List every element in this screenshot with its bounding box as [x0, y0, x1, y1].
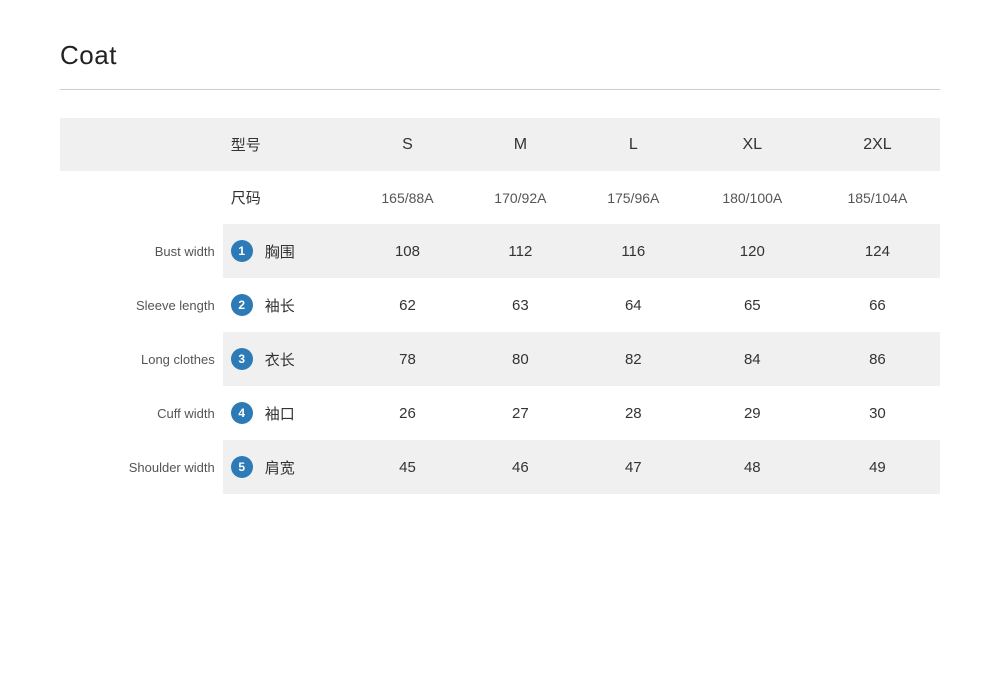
- data-cell: 27: [464, 386, 577, 440]
- data-cell: 86: [815, 332, 940, 386]
- data-cell: 45: [351, 440, 464, 494]
- page-title: Coat: [60, 40, 940, 71]
- data-cell: 80: [464, 332, 577, 386]
- data-row: Cuff width 4 袖口 2627282930: [60, 386, 940, 440]
- row-zh-text: 袖长: [265, 295, 295, 316]
- data-cell: 64: [577, 278, 690, 332]
- divider: [60, 89, 940, 90]
- row-badge: 1: [231, 240, 253, 262]
- data-cell: 84: [690, 332, 815, 386]
- row-en-label: Long clothes: [60, 332, 223, 386]
- header-row: 型号 S M L XL 2XL: [60, 118, 940, 171]
- data-row: Sleeve length 2 袖长 6263646566: [60, 278, 940, 332]
- size-header-xl: XL: [690, 118, 815, 171]
- empty-label-cell: [60, 118, 223, 171]
- data-row: Shoulder width 5 肩宽 4546474849: [60, 440, 940, 494]
- row-en-label: Bust width: [60, 224, 223, 278]
- size-val-2xl: 185/104A: [815, 171, 940, 224]
- size-val-s: 165/88A: [351, 171, 464, 224]
- row-en-label: Sleeve length: [60, 278, 223, 332]
- data-cell: 46: [464, 440, 577, 494]
- size-header-m: M: [464, 118, 577, 171]
- main-container: Coat 型号 S M L XL 2XL 尺码 165/88A 170/92A …: [60, 40, 940, 494]
- size-row: 尺码 165/88A 170/92A 175/96A 180/100A 185/…: [60, 171, 940, 224]
- size-val-l: 175/96A: [577, 171, 690, 224]
- row-zh-label: 1 胸围: [223, 224, 351, 278]
- data-cell: 112: [464, 224, 577, 278]
- row-badge: 3: [231, 348, 253, 370]
- row-zh-text: 肩宽: [265, 457, 295, 478]
- data-cell: 65: [690, 278, 815, 332]
- data-cell: 28: [577, 386, 690, 440]
- row-zh-label: 3 衣长: [223, 332, 351, 386]
- row-zh-text: 胸围: [265, 241, 295, 262]
- data-cell: 48: [690, 440, 815, 494]
- data-cell: 78: [351, 332, 464, 386]
- data-cell: 66: [815, 278, 940, 332]
- size-label: 尺码: [223, 171, 351, 224]
- data-cell: 124: [815, 224, 940, 278]
- row-en-label: Shoulder width: [60, 440, 223, 494]
- row-zh-label: 5 肩宽: [223, 440, 351, 494]
- data-cell: 29: [690, 386, 815, 440]
- row-zh-text: 袖口: [265, 403, 295, 424]
- data-cell: 116: [577, 224, 690, 278]
- data-cell: 49: [815, 440, 940, 494]
- data-cell: 62: [351, 278, 464, 332]
- data-cell: 30: [815, 386, 940, 440]
- row-zh-text: 衣长: [265, 349, 295, 370]
- size-header-l: L: [577, 118, 690, 171]
- row-en-label: Cuff width: [60, 386, 223, 440]
- row-zh-label: 2 袖长: [223, 278, 351, 332]
- size-val-m: 170/92A: [464, 171, 577, 224]
- data-row: Long clothes 3 衣长 7880828486: [60, 332, 940, 386]
- data-cell: 63: [464, 278, 577, 332]
- data-cell: 47: [577, 440, 690, 494]
- row-zh-label: 4 袖口: [223, 386, 351, 440]
- size-table: 型号 S M L XL 2XL 尺码 165/88A 170/92A 175/9…: [60, 118, 940, 494]
- size-header-2xl: 2XL: [815, 118, 940, 171]
- row-badge: 4: [231, 402, 253, 424]
- size-header-s: S: [351, 118, 464, 171]
- row-badge: 2: [231, 294, 253, 316]
- row-badge: 5: [231, 456, 253, 478]
- model-label: 型号: [223, 118, 351, 171]
- data-cell: 120: [690, 224, 815, 278]
- data-cell: 26: [351, 386, 464, 440]
- size-val-xl: 180/100A: [690, 171, 815, 224]
- data-cell: 82: [577, 332, 690, 386]
- data-cell: 108: [351, 224, 464, 278]
- data-row: Bust width 1 胸围 108112116120124: [60, 224, 940, 278]
- empty-cell: [60, 171, 223, 224]
